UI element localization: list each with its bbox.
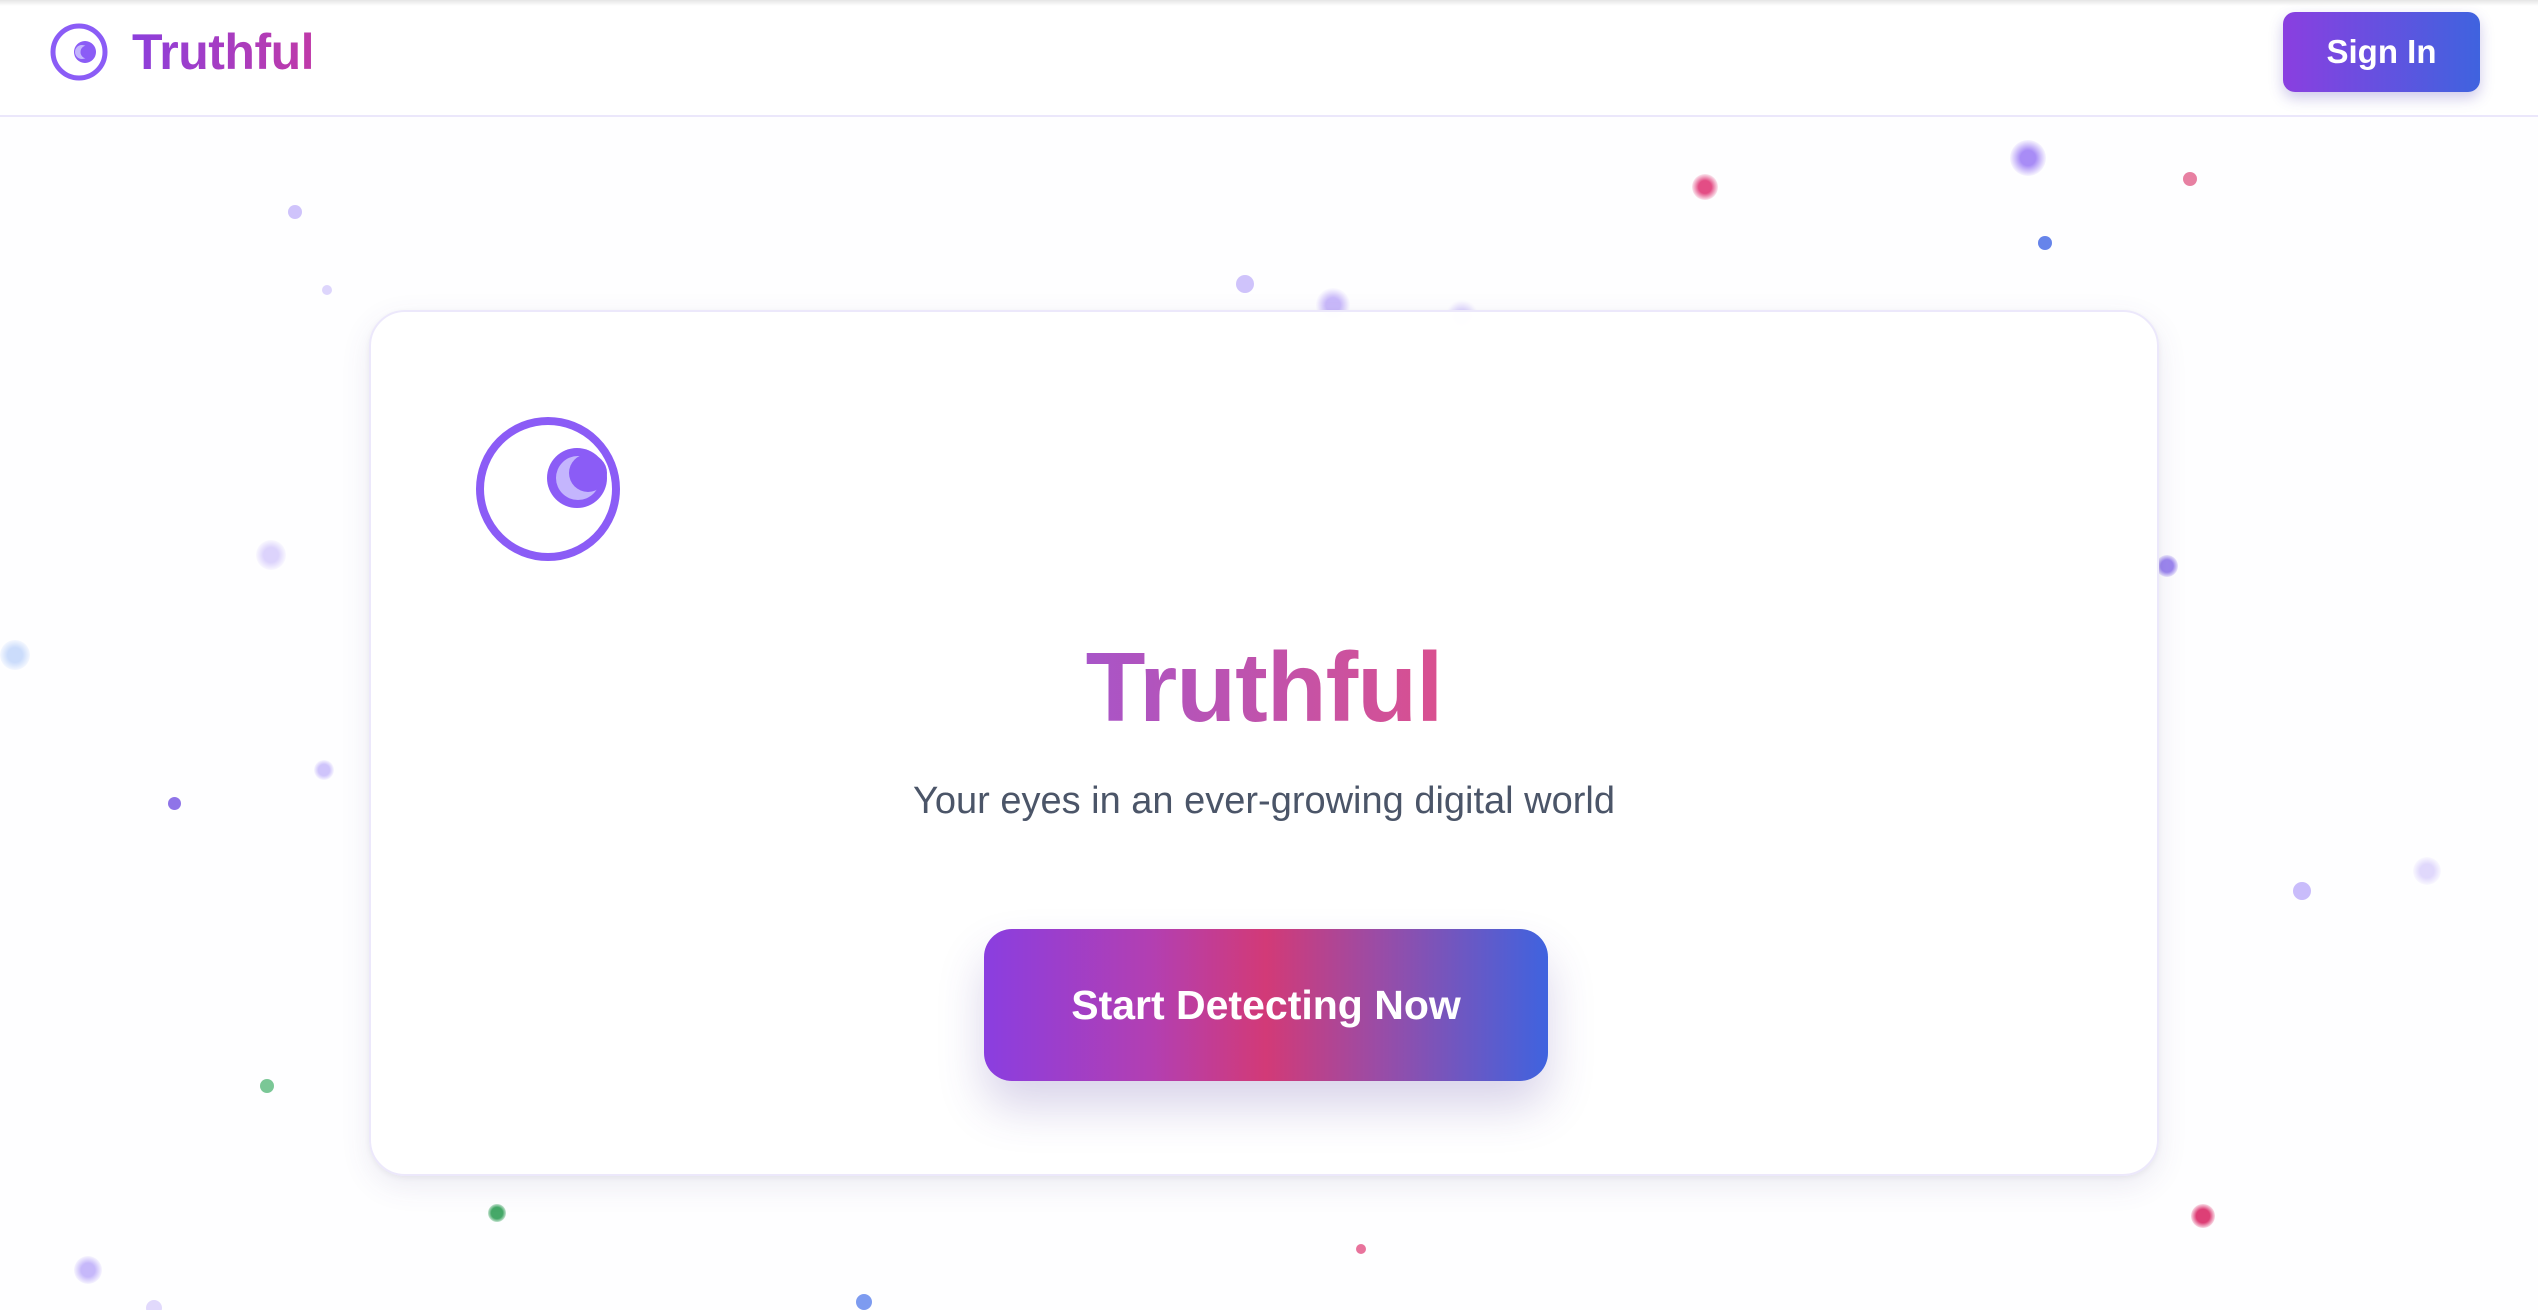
particle — [0, 640, 30, 670]
particle — [146, 1300, 162, 1310]
hero-card: Truthful Your eyes in an ever-growing di… — [369, 310, 2159, 1176]
particle — [314, 760, 334, 780]
sign-in-button[interactable]: Sign In — [2283, 12, 2480, 92]
eye-moon-icon — [50, 23, 108, 81]
top-edge-shadow — [0, 0, 2538, 6]
hero-tagline: Your eyes in an ever-growing digital wor… — [913, 780, 1615, 822]
hero-title: Truthful — [1085, 632, 1444, 742]
particle — [256, 540, 286, 570]
particle — [2293, 882, 2311, 900]
particle — [2038, 236, 2052, 250]
particle — [2010, 140, 2046, 176]
particle — [322, 285, 332, 295]
particle — [2191, 1204, 2215, 1228]
particle — [1236, 275, 1254, 293]
top-navbar: Truthful Sign In — [0, 0, 2538, 117]
particle — [168, 797, 181, 810]
particle — [2183, 172, 2197, 186]
particle — [288, 205, 302, 219]
brand-name: Truthful — [132, 24, 315, 80]
particle — [2156, 555, 2178, 577]
start-detecting-button[interactable]: Start Detecting Now — [984, 929, 1548, 1081]
particle — [1692, 174, 1718, 200]
particle — [856, 1294, 872, 1310]
landing-page: Truthful Sign In Truthful Your eyes in a… — [0, 0, 2538, 1310]
particle — [1356, 1244, 1366, 1254]
eye-moon-icon — [476, 417, 620, 561]
particle — [2413, 857, 2441, 885]
particle — [488, 1204, 506, 1222]
particle — [74, 1256, 102, 1284]
particle — [260, 1079, 274, 1093]
brand-home-link[interactable]: Truthful — [48, 20, 315, 84]
